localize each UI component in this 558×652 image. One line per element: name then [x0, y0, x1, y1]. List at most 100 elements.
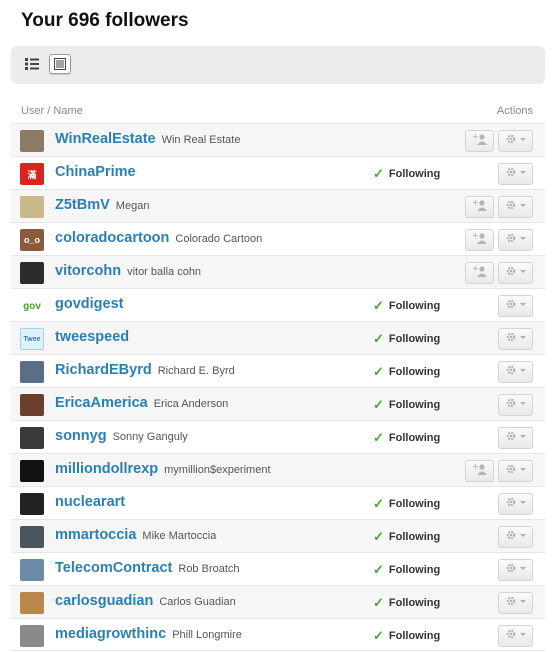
user-actions-dropdown[interactable] [498, 163, 533, 185]
follower-row: carlosguadian Carlos Guadian ✓ Following [11, 585, 545, 618]
user-actions-dropdown[interactable] [498, 592, 533, 614]
following-label: Following [388, 299, 441, 312]
avatar[interactable] [20, 592, 44, 614]
screen-name-link[interactable]: coloradocartoon Colorado Cartoon [55, 230, 262, 246]
following-label: Following [388, 629, 441, 642]
avatar[interactable] [20, 625, 44, 647]
user-actions-dropdown[interactable] [498, 130, 533, 152]
follower-row: WinRealEstate Win Real Estate + [11, 123, 545, 156]
screen-name-link[interactable]: EricaAmerica Erica Anderson [55, 395, 228, 411]
follower-row: sonnyg Sonny Ganguly ✓ Following [11, 420, 545, 453]
screen-name-link[interactable]: mmartoccia Mike Martoccia [55, 527, 216, 543]
user-actions-dropdown[interactable] [498, 493, 533, 515]
follow-button[interactable]: + [465, 130, 494, 152]
user-actions-dropdown[interactable] [498, 328, 533, 350]
screen-name[interactable]: Z5tBmV [55, 197, 110, 213]
user-actions-dropdown[interactable] [498, 361, 533, 383]
screen-name[interactable]: govdigest [55, 296, 123, 312]
checkmark-icon: ✓ [373, 496, 384, 511]
screen-name[interactable]: TelecomContract [55, 560, 172, 576]
avatar[interactable] [20, 559, 44, 581]
user-actions-dropdown[interactable] [498, 262, 533, 284]
screen-name[interactable]: nuclearart [55, 494, 125, 510]
screen-name[interactable]: tweespeed [55, 329, 129, 345]
avatar[interactable] [20, 427, 44, 449]
avatar[interactable] [20, 361, 44, 383]
screen-name-link[interactable]: vitorcohn vitor balla cohn [55, 263, 201, 279]
follow-button[interactable]: + [465, 460, 494, 482]
follow-button[interactable]: + [465, 229, 494, 251]
screen-name-link[interactable]: mediagrowthinc Phill Longmire [55, 626, 242, 642]
svg-text:+: + [472, 133, 479, 141]
screen-name[interactable]: RichardEByrd [55, 362, 152, 378]
gear-icon [505, 231, 527, 249]
screen-name[interactable]: vitorcohn [55, 263, 121, 279]
user-actions-dropdown[interactable] [498, 394, 533, 416]
avatar[interactable] [20, 262, 44, 284]
user-actions-dropdown[interactable] [498, 196, 533, 218]
screen-name[interactable]: mmartoccia [55, 527, 136, 543]
screen-name-link[interactable]: sonnyg Sonny Ganguly [55, 428, 188, 444]
follower-row: gov govdigest ✓ Following [11, 288, 545, 321]
screen-name-link[interactable]: Z5tBmV Megan [55, 197, 149, 213]
following-status: ✓ Following [373, 365, 440, 378]
gear-icon [505, 297, 527, 315]
screen-name[interactable]: WinRealEstate [55, 131, 156, 147]
followers-list: WinRealEstate Win Real Estate + 滿 ChinaPrime… [11, 123, 545, 651]
user-actions-dropdown[interactable] [498, 229, 533, 251]
avatar[interactable]: 滿 [20, 163, 44, 185]
real-name: Megan [115, 200, 150, 212]
compact-view-button[interactable] [49, 54, 71, 74]
screen-name-link[interactable]: TelecomContract Rob Broatch [55, 560, 240, 576]
column-header-user: User / Name [21, 105, 83, 117]
user-actions-dropdown[interactable] [498, 295, 533, 317]
screen-name[interactable]: EricaAmerica [55, 395, 148, 411]
screen-name-link[interactable]: RichardEByrd Richard E. Byrd [55, 362, 235, 378]
user-actions-dropdown[interactable] [498, 460, 533, 482]
avatar[interactable]: Twee [20, 328, 44, 350]
screen-name-link[interactable]: tweespeed [55, 329, 129, 345]
user-actions-dropdown[interactable] [498, 625, 533, 647]
screen-name-link[interactable]: ChinaPrime [55, 164, 136, 180]
screen-name-link[interactable]: govdigest [55, 296, 123, 312]
screen-name-link[interactable]: carlosguadian Carlos Guadian [55, 593, 236, 609]
avatar[interactable] [20, 526, 44, 548]
follower-row: TelecomContract Rob Broatch ✓ Following [11, 552, 545, 585]
screen-name[interactable]: mediagrowthinc [55, 626, 166, 642]
following-label: Following [388, 497, 441, 510]
screen-name[interactable]: sonnyg [55, 428, 107, 444]
screen-name[interactable]: coloradocartoon [55, 230, 169, 246]
add-person-icon: + [472, 231, 488, 249]
list-view-button[interactable] [21, 54, 43, 74]
user-actions-dropdown[interactable] [498, 427, 533, 449]
svg-text:+: + [472, 199, 479, 207]
avatar[interactable] [20, 196, 44, 218]
following-status: ✓ Following [373, 629, 440, 642]
following-status: ✓ Following [373, 398, 440, 411]
screen-name[interactable]: milliondollrexp [55, 461, 158, 477]
avatar[interactable] [20, 493, 44, 515]
following-label: Following [388, 365, 441, 378]
follower-row: mediagrowthinc Phill Longmire ✓ Following [11, 618, 545, 651]
avatar[interactable]: gov [20, 295, 44, 317]
screen-name[interactable]: carlosguadian [55, 593, 153, 609]
svg-text:+: + [472, 265, 479, 273]
user-actions-dropdown[interactable] [498, 526, 533, 548]
gear-icon [505, 396, 527, 414]
screen-name-link[interactable]: nuclearart [55, 494, 125, 510]
following-status: ✓ Following [373, 497, 440, 510]
avatar[interactable]: o_o [20, 229, 44, 251]
follow-button[interactable]: + [465, 262, 494, 284]
screen-name-link[interactable]: WinRealEstate Win Real Estate [55, 131, 240, 147]
gear-icon [505, 165, 527, 183]
avatar[interactable] [20, 460, 44, 482]
following-label: Following [388, 398, 441, 411]
screen-name-link[interactable]: milliondollrexp mymillion$experiment [55, 461, 271, 477]
user-actions-dropdown[interactable] [498, 559, 533, 581]
avatar[interactable] [20, 394, 44, 416]
gear-icon [505, 132, 527, 150]
avatar[interactable] [20, 130, 44, 152]
screen-name[interactable]: ChinaPrime [55, 164, 136, 180]
follow-button[interactable]: + [465, 196, 494, 218]
real-name: vitor balla cohn [127, 266, 202, 278]
